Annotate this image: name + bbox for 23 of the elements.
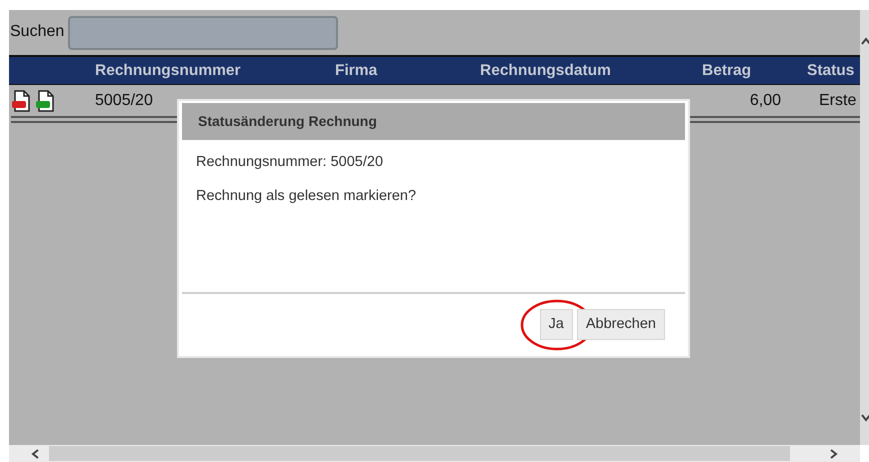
column-header[interactable]: Rechnungsnummer — [95, 62, 241, 78]
column-header[interactable]: Rechnungsdatum — [480, 62, 611, 78]
scroll-right-icon[interactable] — [830, 448, 838, 458]
table-cell: Erste — [819, 92, 856, 108]
column-header[interactable]: Betrag — [702, 62, 752, 78]
search-field[interactable] — [68, 16, 338, 50]
dialog-button[interactable]: Abbrechen — [576, 308, 665, 340]
table-cell: 6,00 — [750, 92, 781, 108]
file-icon[interactable] — [35, 90, 55, 112]
table-cell: 5005/20 — [95, 92, 153, 108]
dialog-text: Rechnungsnummer: 5005/20 — [196, 154, 384, 170]
scroll-up-icon[interactable] — [861, 37, 869, 45]
dialog-title: Statusänderung Rechnung — [182, 103, 685, 140]
vertical-scrollbar[interactable] — [860, 10, 869, 445]
column-header[interactable]: Status — [807, 62, 854, 78]
file-icon[interactable] — [11, 90, 31, 112]
dialog-text: Rechnung als gelesen markieren? — [196, 188, 418, 204]
scrollbar-thumb[interactable] — [49, 446, 790, 461]
dialog-button[interactable]: Ja — [540, 308, 573, 340]
column-header[interactable]: Firma — [335, 62, 378, 78]
scroll-down-icon[interactable] — [861, 414, 869, 422]
search-label: Suchen — [9, 23, 64, 41]
scroll-left-icon[interactable] — [31, 448, 39, 458]
